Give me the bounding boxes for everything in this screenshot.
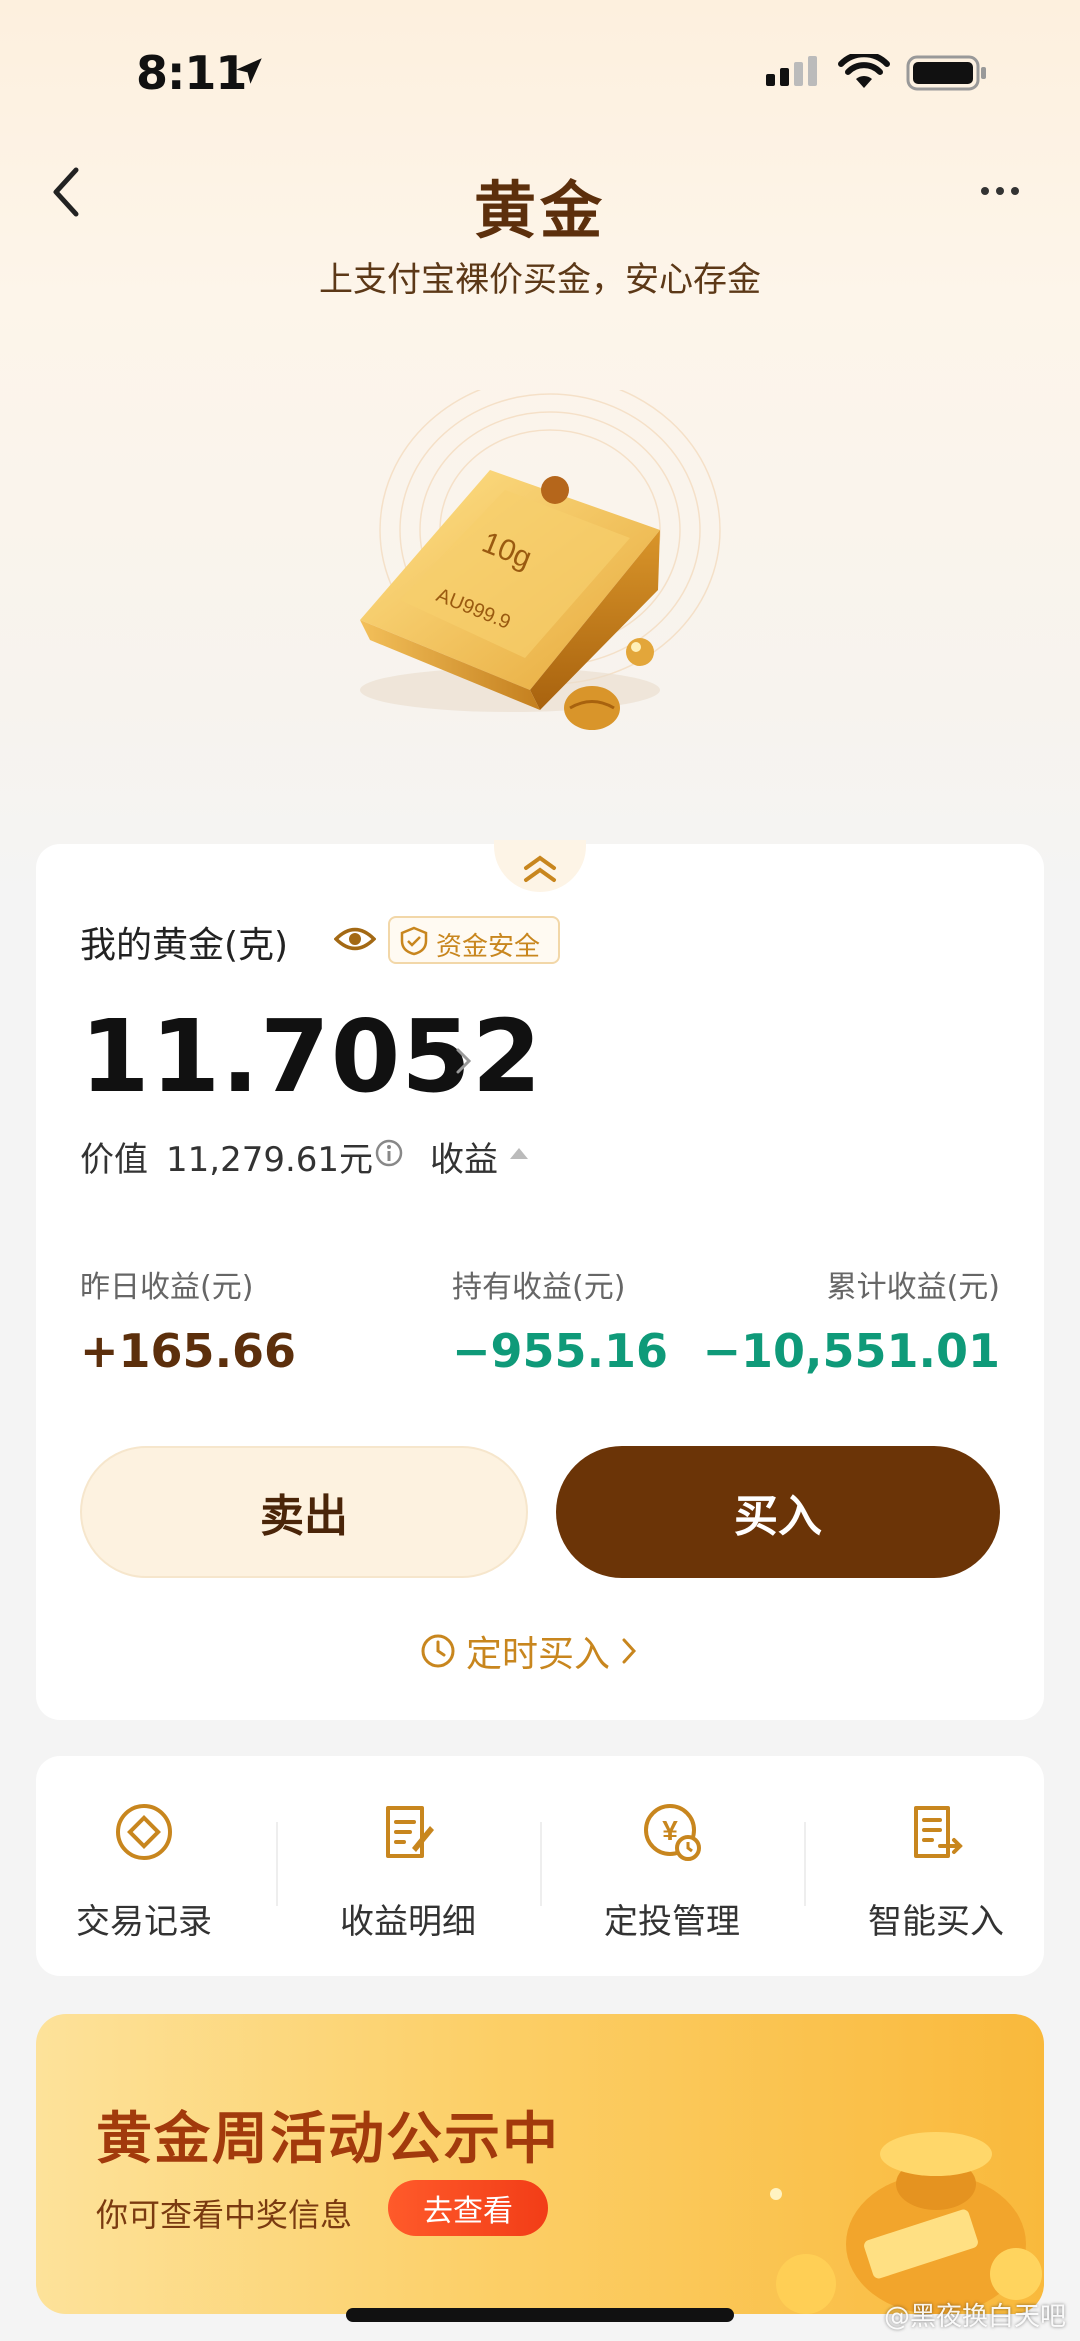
my-gold-label: 我的黄金(克) xyxy=(80,925,289,966)
auto-invest-icon: ¥ xyxy=(644,1804,701,1861)
stat-label: 累计收益(元) xyxy=(826,1270,1000,1305)
stat-value: −10,551.01 xyxy=(702,1324,1000,1378)
value-amount: 11,279.61元 xyxy=(166,1140,374,1180)
cellular-signal-icon xyxy=(766,56,817,86)
stat-value: −955.16 xyxy=(452,1324,669,1378)
menu-transaction-record[interactable]: 交易记录 xyxy=(34,1800,254,1943)
menu-label: 收益明细 xyxy=(340,1902,476,1942)
smart-buy-icon xyxy=(914,1806,963,1858)
stat-cumulative: 累计收益(元) −10,551.01 xyxy=(702,1262,1000,1378)
page-title: 黄金 xyxy=(473,174,606,247)
wifi-icon xyxy=(838,54,890,88)
stat-holding: 持有收益(元) −955.16 xyxy=(452,1262,668,1378)
gold-pouch-illustration xyxy=(770,2132,1042,2314)
gold-week-banner[interactable]: 黄金周活动公示中 你可查看中奖信息 去查看 xyxy=(36,2014,1044,2314)
value-label: 价值 xyxy=(80,1140,148,1180)
watermark-text: @黑夜换白天吧 xyxy=(883,2302,1066,2332)
eye-visibility-icon[interactable] xyxy=(334,922,376,956)
status-time: 8:11 xyxy=(136,46,247,100)
banner-subtitle: 你可查看中奖信息 xyxy=(96,2196,353,2234)
scheduled-buy-label: 定时买入 xyxy=(466,1634,611,1675)
home-indicator xyxy=(346,2308,734,2322)
view-winners-button[interactable]: 去查看 xyxy=(388,2180,548,2236)
chevron-right-icon xyxy=(622,1638,637,1664)
battery-icon xyxy=(906,55,986,91)
shield-check-icon xyxy=(400,926,428,956)
menu-divider xyxy=(276,1822,278,1906)
menu-divider xyxy=(540,1822,542,1906)
stat-value: +165.66 xyxy=(80,1324,297,1378)
more-options-icon[interactable] xyxy=(980,184,1020,198)
menu-label: 交易记录 xyxy=(76,1902,212,1942)
safety-badge-text: 资金安全 xyxy=(436,932,541,962)
page-subtitle: 上支付宝裸价买金，安心存金 xyxy=(319,260,761,300)
earnings-toggle-label[interactable]: 收益 xyxy=(430,1132,498,1181)
menu-auto-invest[interactable]: ¥ 定投管理 xyxy=(562,1800,782,1943)
sell-button[interactable]: 卖出 xyxy=(80,1446,528,1578)
gold-bar-illustration: 10g AU999.9 xyxy=(360,390,721,730)
menu-label: 智能买入 xyxy=(868,1902,1004,1942)
fund-safety-badge[interactable]: 资金安全 xyxy=(388,916,560,964)
info-icon[interactable] xyxy=(374,1138,404,1168)
location-arrow-icon xyxy=(236,58,262,84)
menu-label: 定投管理 xyxy=(604,1902,740,1942)
clock-icon xyxy=(421,1634,455,1668)
menu-divider xyxy=(804,1822,806,1906)
stat-yesterday: 昨日收益(元) +165.66 xyxy=(80,1262,296,1378)
banner-title: 黄金周活动公示中 xyxy=(96,2107,560,2172)
stat-label: 昨日收益(元) xyxy=(80,1270,254,1305)
earnings-detail-icon xyxy=(386,1806,434,1858)
status-bar: 8:11 xyxy=(0,0,1080,140)
stat-label: 持有收益(元) xyxy=(452,1270,626,1305)
transaction-record-icon xyxy=(116,1804,172,1860)
menu-earnings-detail[interactable]: 收益明细 xyxy=(298,1800,518,1943)
collapse-chevron-icon[interactable] xyxy=(518,852,562,886)
buy-button[interactable]: 买入 xyxy=(556,1446,1000,1578)
caret-up-icon[interactable] xyxy=(508,1146,530,1160)
svg-text:¥: ¥ xyxy=(662,1815,678,1846)
chevron-right-icon[interactable] xyxy=(454,1044,474,1078)
scheduled-buy-link[interactable]: 定时买入 xyxy=(420,1626,638,1676)
menu-smart-buy[interactable]: 智能买入 xyxy=(826,1800,1046,1943)
